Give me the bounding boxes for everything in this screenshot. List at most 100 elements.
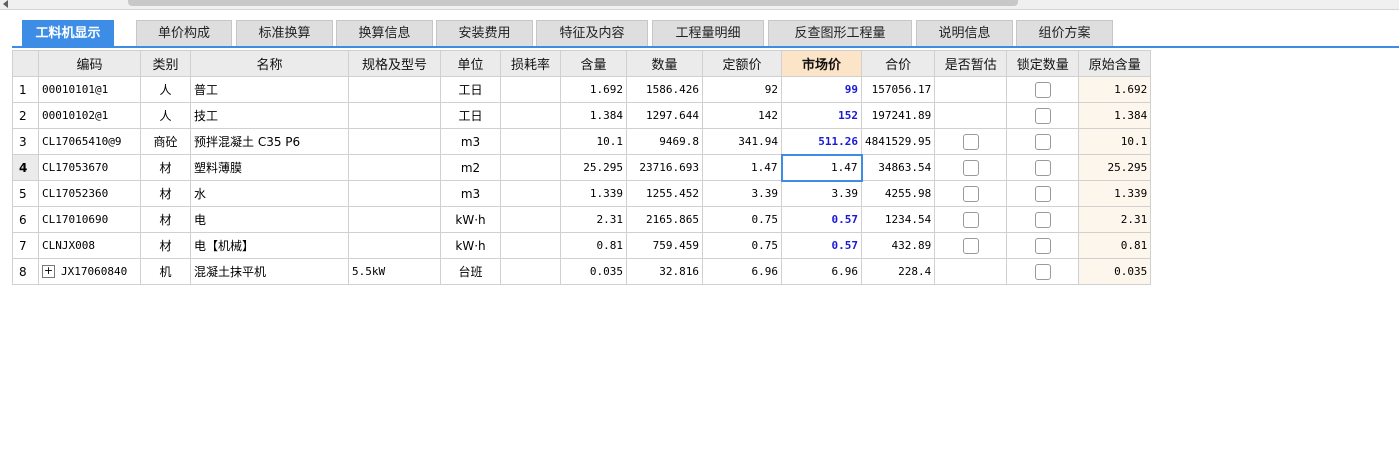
estimate-checkbox[interactable] (962, 133, 979, 150)
unit-cell[interactable]: m2 (440, 154, 501, 181)
market-price-cell[interactable]: 1.47 (780, 153, 863, 182)
row-number[interactable]: 1 (12, 76, 39, 103)
quota-price-cell[interactable]: 1.47 (702, 154, 782, 181)
row-number[interactable]: 8 (12, 258, 39, 285)
table-row[interactable]: 6 CL17010690 材 电 kW·h 2.31 2165.865 0.75… (12, 206, 1152, 233)
col-header-estimate[interactable]: 是否暂估 (934, 50, 1008, 77)
tab-unit-price-composition[interactable]: 单价构成 (136, 20, 232, 46)
loss-cell[interactable] (500, 232, 561, 259)
code-cell[interactable]: + JX17060840 (38, 258, 141, 285)
quantity-cell[interactable]: 759.459 (626, 232, 703, 259)
name-cell[interactable]: 水 (190, 180, 349, 207)
col-header-content[interactable]: 含量 (560, 50, 627, 77)
lock-qty-checkbox[interactable] (1034, 263, 1051, 280)
col-header-lock-qty[interactable]: 锁定数量 (1006, 50, 1080, 77)
content-cell[interactable]: 0.81 (560, 232, 627, 259)
type-cell[interactable]: 材 (140, 232, 191, 259)
total-cell[interactable]: 432.89 (860, 232, 936, 259)
unit-cell[interactable]: m3 (440, 128, 501, 155)
lock-qty-checkbox[interactable] (1034, 237, 1051, 254)
spec-cell[interactable]: 5.5kW (348, 258, 441, 285)
loss-cell[interactable] (500, 206, 561, 233)
spec-cell[interactable] (348, 206, 441, 233)
estimate-cell[interactable] (934, 76, 1008, 103)
content-cell[interactable]: 1.339 (560, 180, 627, 207)
lock-qty-checkbox[interactable] (1034, 211, 1051, 228)
loss-cell[interactable] (500, 180, 561, 207)
table-row[interactable]: 7 CLNJX008 材 电【机械】 kW·h 0.81 759.459 0.7… (12, 232, 1152, 259)
market-price-cell[interactable]: 6.96 (781, 258, 862, 285)
type-cell[interactable]: 人 (140, 76, 191, 103)
scrollbar-thumb[interactable] (128, 0, 1018, 6)
estimate-checkbox[interactable] (962, 159, 979, 176)
table-row[interactable]: 3 CL17065410@9 商砼 预拌混凝土 C35 P6 m3 10.1 9… (12, 128, 1152, 155)
total-cell[interactable]: 4841529.95 (860, 128, 936, 155)
estimate-cell[interactable] (934, 258, 1008, 285)
total-cell[interactable]: 197241.89 (860, 102, 936, 129)
name-cell[interactable]: 电【机械】 (190, 232, 349, 259)
estimate-checkbox[interactable] (962, 185, 979, 202)
total-cell[interactable]: 4255.98 (860, 180, 936, 207)
tab-reverse-graph-quantity[interactable]: 反查图形工程量 (768, 20, 912, 46)
total-cell[interactable]: 34863.54 (860, 154, 936, 181)
code-cell[interactable]: 00010102@1 (38, 102, 141, 129)
unit-cell[interactable]: m3 (440, 180, 501, 207)
type-cell[interactable]: 机 (140, 258, 191, 285)
tab-features[interactable]: 特征及内容 (536, 20, 648, 46)
col-header-original-content[interactable]: 原始含量 (1078, 50, 1152, 77)
col-header-name[interactable]: 名称 (190, 50, 349, 77)
quantity-cell[interactable]: 1586.426 (626, 76, 703, 103)
code-cell[interactable]: CL17065410@9 (38, 128, 141, 155)
market-price-cell[interactable]: 0.57 (781, 232, 862, 259)
name-cell[interactable]: 预拌混凝土 C35 P6 (190, 128, 349, 155)
col-header-market-price[interactable]: 市场价 (781, 50, 862, 77)
col-header-quantity[interactable]: 数量 (626, 50, 703, 77)
tab-pricing-scheme[interactable]: 组价方案 (1016, 20, 1113, 46)
quota-price-cell[interactable]: 0.75 (702, 206, 782, 233)
tab-quantity-detail[interactable]: 工程量明细 (652, 20, 764, 46)
estimate-cell[interactable] (934, 206, 1008, 233)
table-row[interactable]: 1 00010101@1 人 普工 工日 1.692 1586.426 92 9… (12, 76, 1152, 103)
unit-cell[interactable]: 台班 (440, 258, 501, 285)
col-header-code[interactable]: 编码 (38, 50, 141, 77)
tab-install-fee[interactable]: 安装费用 (436, 20, 533, 46)
type-cell[interactable]: 商砼 (140, 128, 191, 155)
market-price-cell[interactable]: 3.39 (781, 180, 862, 207)
name-cell[interactable]: 电 (190, 206, 349, 233)
type-cell[interactable]: 人 (140, 102, 191, 129)
lock-qty-checkbox[interactable] (1034, 107, 1051, 124)
row-number[interactable]: 4 (12, 154, 39, 181)
scroll-left-arrow-icon[interactable] (3, 0, 8, 8)
market-price-cell[interactable]: 511.26 (781, 128, 862, 155)
quantity-cell[interactable]: 23716.693 (626, 154, 703, 181)
unit-cell[interactable]: 工日 (440, 102, 501, 129)
name-cell[interactable]: 混凝土抹平机 (190, 258, 349, 285)
name-cell[interactable]: 塑料薄膜 (190, 154, 349, 181)
total-cell[interactable]: 1234.54 (860, 206, 936, 233)
loss-cell[interactable] (500, 128, 561, 155)
content-cell[interactable]: 0.035 (560, 258, 627, 285)
quota-price-cell[interactable]: 6.96 (702, 258, 782, 285)
market-price-cell[interactable]: 0.57 (781, 206, 862, 233)
lock-qty-cell[interactable] (1006, 128, 1080, 155)
lock-qty-cell[interactable] (1006, 258, 1080, 285)
code-cell[interactable]: CL17053670 (38, 154, 141, 181)
spec-cell[interactable] (348, 180, 441, 207)
spec-cell[interactable] (348, 128, 441, 155)
col-header-quota-price[interactable]: 定额价 (702, 50, 782, 77)
lock-qty-cell[interactable] (1006, 232, 1080, 259)
row-number[interactable]: 3 (12, 128, 39, 155)
estimate-checkbox[interactable] (962, 237, 979, 254)
tab-material-display[interactable]: 工料机显示 (22, 20, 114, 46)
code-cell[interactable]: CL17010690 (38, 206, 141, 233)
lock-qty-cell[interactable] (1006, 154, 1080, 181)
lock-qty-cell[interactable] (1006, 76, 1080, 103)
col-header-spec[interactable]: 规格及型号 (348, 50, 441, 77)
tab-description[interactable]: 说明信息 (916, 20, 1013, 46)
spec-cell[interactable] (348, 102, 441, 129)
total-cell[interactable]: 157056.17 (860, 76, 936, 103)
lock-qty-checkbox[interactable] (1034, 185, 1051, 202)
estimate-checkbox[interactable] (962, 211, 979, 228)
col-header-unit[interactable]: 单位 (440, 50, 501, 77)
lock-qty-checkbox[interactable] (1034, 81, 1051, 98)
